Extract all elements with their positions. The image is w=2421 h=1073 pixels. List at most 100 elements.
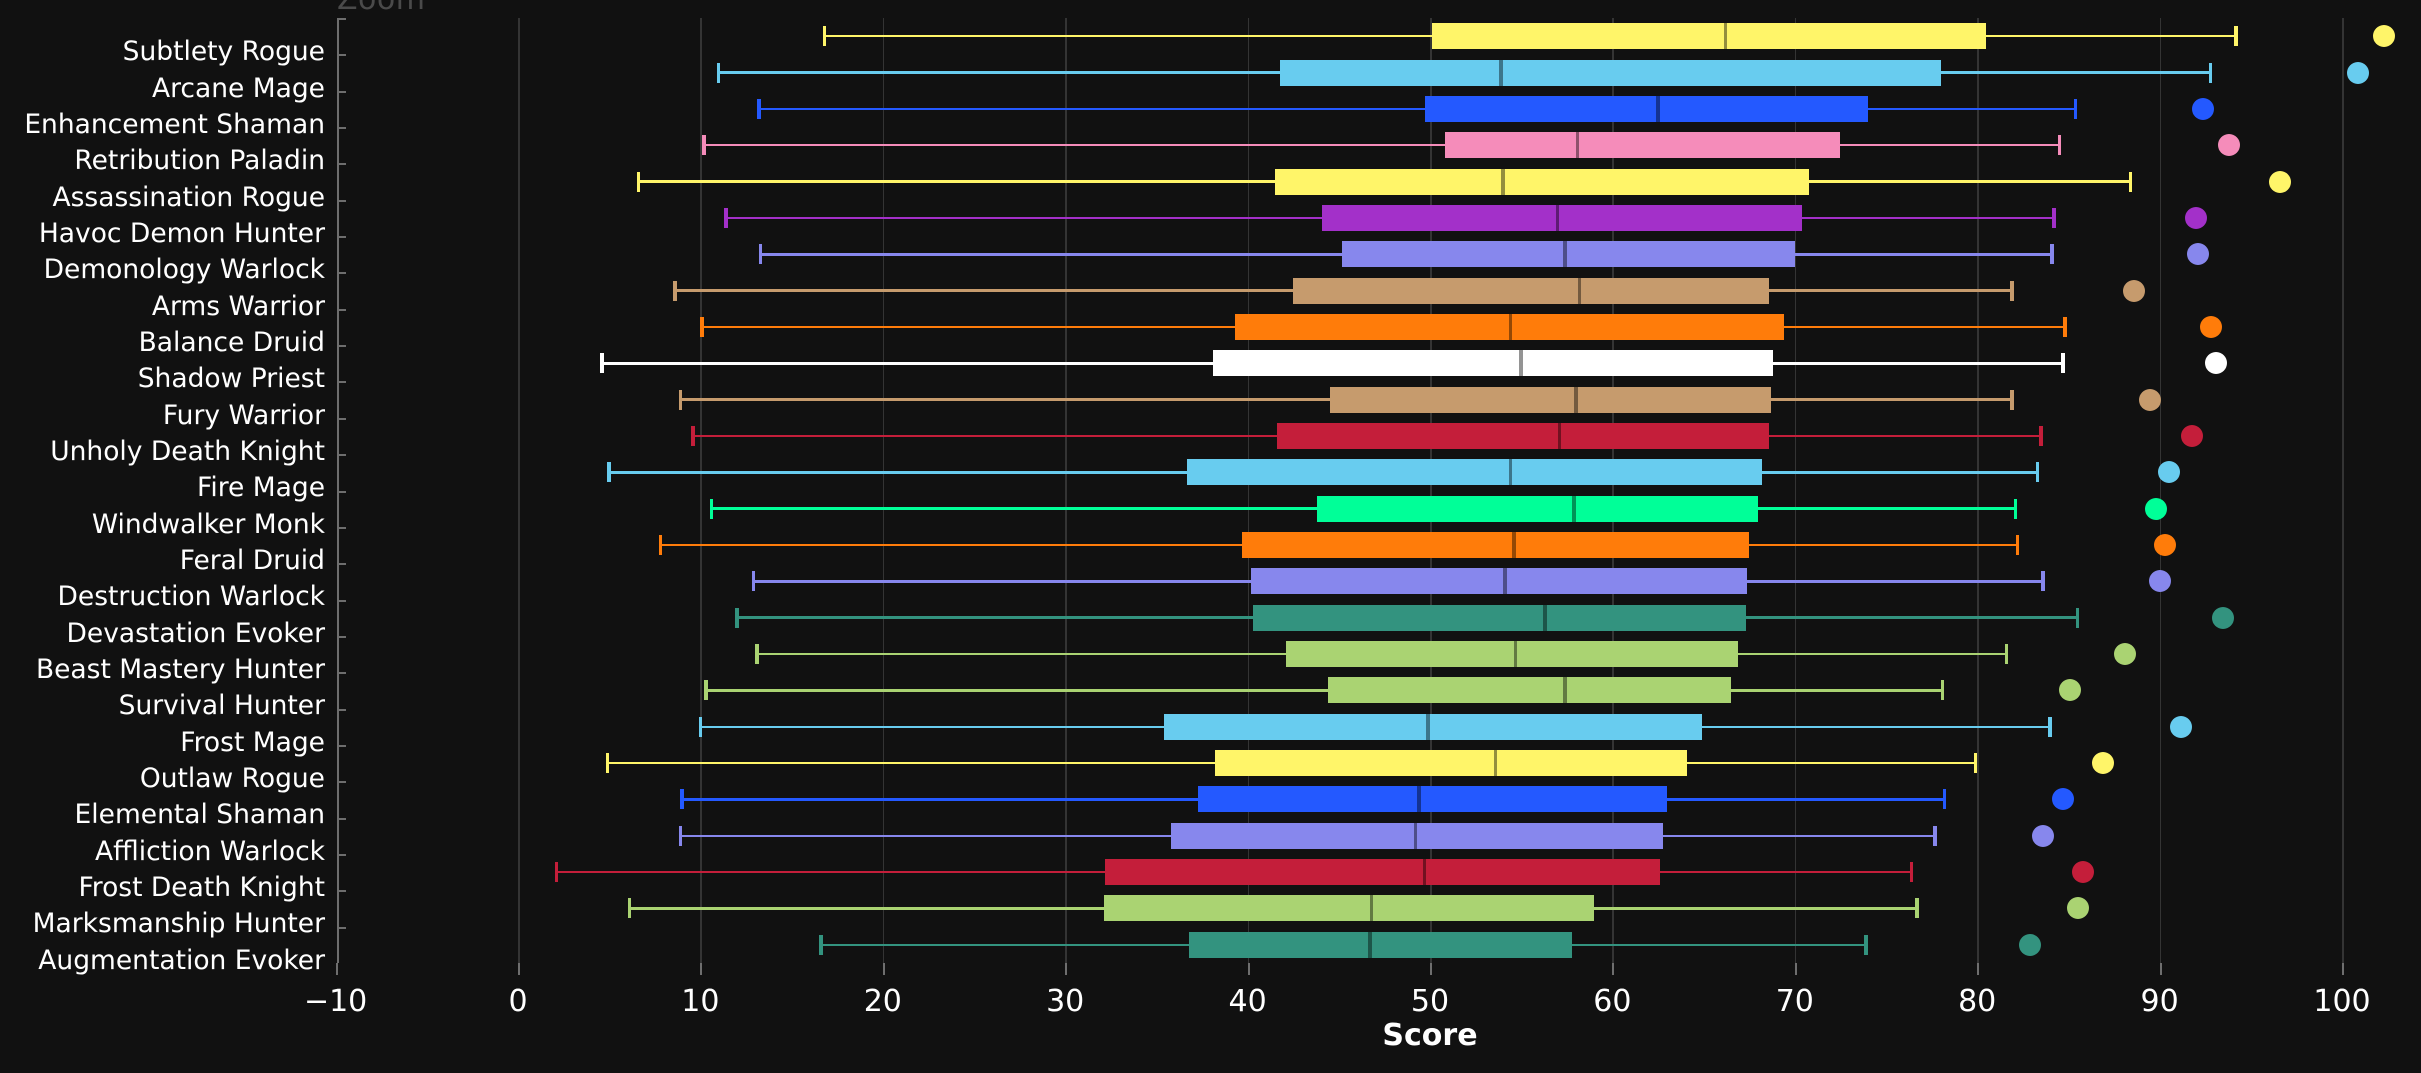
- outlier-point[interactable]: [2154, 534, 2177, 557]
- box[interactable]: [1276, 422, 1770, 449]
- outlier-point[interactable]: [2217, 134, 2240, 157]
- outlier-point[interactable]: [2071, 861, 2094, 884]
- outlier-point[interactable]: [2123, 279, 2146, 302]
- y-axis-category-label: Survival Hunter: [118, 690, 325, 722]
- box[interactable]: [1316, 495, 1759, 522]
- y-axis-category-label: Augmentation Evoker: [38, 944, 325, 976]
- outlier-point[interactable]: [2051, 788, 2074, 811]
- box[interactable]: [1212, 350, 1773, 377]
- outlier-point[interactable]: [2170, 715, 2193, 738]
- median-line: [1422, 859, 1427, 886]
- y-axis-category-label: Elemental Shaman: [74, 799, 325, 831]
- outlier-point[interactable]: [2144, 497, 2167, 520]
- outlier-point[interactable]: [2185, 206, 2208, 229]
- whisker-cap-low: [607, 462, 611, 483]
- outlier-point[interactable]: [2268, 170, 2291, 193]
- x-gridline: [1612, 18, 1614, 963]
- box[interactable]: [1214, 750, 1688, 777]
- median-line: [1519, 350, 1523, 377]
- whisker-cap-low: [755, 644, 759, 665]
- outlier-point[interactable]: [2205, 352, 2228, 375]
- x-axis-tick-label: 60: [1593, 984, 1632, 1019]
- outlier-point[interactable]: [2092, 752, 2115, 775]
- outlier-point[interactable]: [2113, 643, 2136, 666]
- box[interactable]: [1274, 168, 1810, 195]
- outlier-point[interactable]: [2019, 933, 2042, 956]
- median-line: [1503, 568, 1507, 595]
- box[interactable]: [1251, 568, 1748, 595]
- whisker-cap-low: [678, 825, 683, 846]
- x-gridline: [2342, 18, 2344, 963]
- x-gridline: [882, 18, 885, 963]
- y-axis-category-label: Affliction Warlock: [95, 835, 325, 867]
- box[interactable]: [1170, 822, 1664, 849]
- outlier-point[interactable]: [2212, 606, 2235, 629]
- outlier-point[interactable]: [2059, 679, 2082, 702]
- y-axis-tick: [337, 54, 346, 57]
- y-axis-tick: [337, 817, 346, 820]
- whisker-cap-high: [2234, 26, 2238, 47]
- box[interactable]: [1431, 23, 1987, 50]
- outlier-point[interactable]: [2148, 570, 2171, 593]
- y-axis-labels: Subtlety Rogue Arcane Mage Enhancement Sha…: [0, 18, 326, 974]
- box[interactable]: [1444, 132, 1841, 159]
- whisker-cap-high: [1915, 898, 1919, 919]
- outlier-point[interactable]: [2347, 61, 2370, 84]
- box[interactable]: [1342, 241, 1795, 268]
- median-line: [1723, 23, 1728, 50]
- x-gridline: [1430, 18, 1432, 963]
- y-axis-category-label: Enhancement Shaman: [24, 108, 325, 140]
- whisker-cap-low: [678, 389, 683, 410]
- box[interactable]: [1242, 532, 1750, 559]
- whisker-cap-high: [2052, 207, 2056, 228]
- y-axis-category-label: Arcane Mage: [151, 72, 325, 104]
- y-axis-category-label: Unholy Death Knight: [50, 435, 325, 467]
- median-line: [1575, 132, 1580, 159]
- box[interactable]: [1329, 386, 1772, 413]
- x-axis-tick: [1247, 963, 1250, 975]
- outlier-point[interactable]: [2192, 97, 2215, 120]
- x-axis-tick: [1612, 963, 1615, 975]
- box[interactable]: [1187, 459, 1762, 486]
- outlier-point[interactable]: [2066, 897, 2089, 920]
- x-axis-tick-label: 50: [1410, 984, 1450, 1019]
- box[interactable]: [1105, 859, 1660, 886]
- outlier-point[interactable]: [2372, 25, 2395, 48]
- y-axis-tick: [337, 163, 346, 166]
- x-axis-tick-label: 20: [863, 984, 902, 1019]
- x-axis-tick: [2342, 963, 2344, 975]
- whisker-cap-low: [691, 425, 695, 446]
- box[interactable]: [1322, 204, 1803, 231]
- outlier-point[interactable]: [2031, 824, 2054, 847]
- whisker-cap-low: [680, 789, 684, 810]
- outlier-point[interactable]: [2199, 315, 2222, 338]
- x-axis-title: Score: [1382, 1018, 1478, 1053]
- whisker-cap-high: [2004, 644, 2009, 665]
- box[interactable]: [1327, 677, 1731, 704]
- box[interactable]: [1285, 641, 1739, 668]
- outlier-point[interactable]: [2157, 461, 2180, 484]
- y-axis-category-label: Outlaw Rogue: [139, 763, 325, 795]
- box[interactable]: [1280, 59, 1941, 86]
- outlier-point[interactable]: [2186, 243, 2209, 266]
- box[interactable]: [1189, 931, 1573, 958]
- box[interactable]: [1253, 604, 1746, 631]
- whisker-cap-high: [2073, 98, 2078, 119]
- median-line: [1577, 277, 1582, 304]
- box[interactable]: [1198, 786, 1668, 813]
- y-axis-category-label: Devastation Evoker: [66, 617, 326, 649]
- y-axis-tick: [337, 744, 346, 747]
- x-axis-tick: [1065, 963, 1068, 975]
- median-line: [1563, 241, 1567, 268]
- box[interactable]: [1293, 277, 1770, 304]
- whisker-cap-high: [2013, 498, 2018, 519]
- outlier-point[interactable]: [2139, 388, 2162, 411]
- whisker-cap-high: [2128, 171, 2133, 192]
- outlier-point[interactable]: [2181, 424, 2204, 447]
- box[interactable]: [1424, 95, 1868, 122]
- whisker-cap-low: [673, 280, 677, 301]
- box[interactable]: [1163, 713, 1702, 740]
- median-line: [1563, 677, 1567, 704]
- y-axis-category-label: Fire Mage: [197, 472, 325, 504]
- box[interactable]: [1103, 895, 1595, 922]
